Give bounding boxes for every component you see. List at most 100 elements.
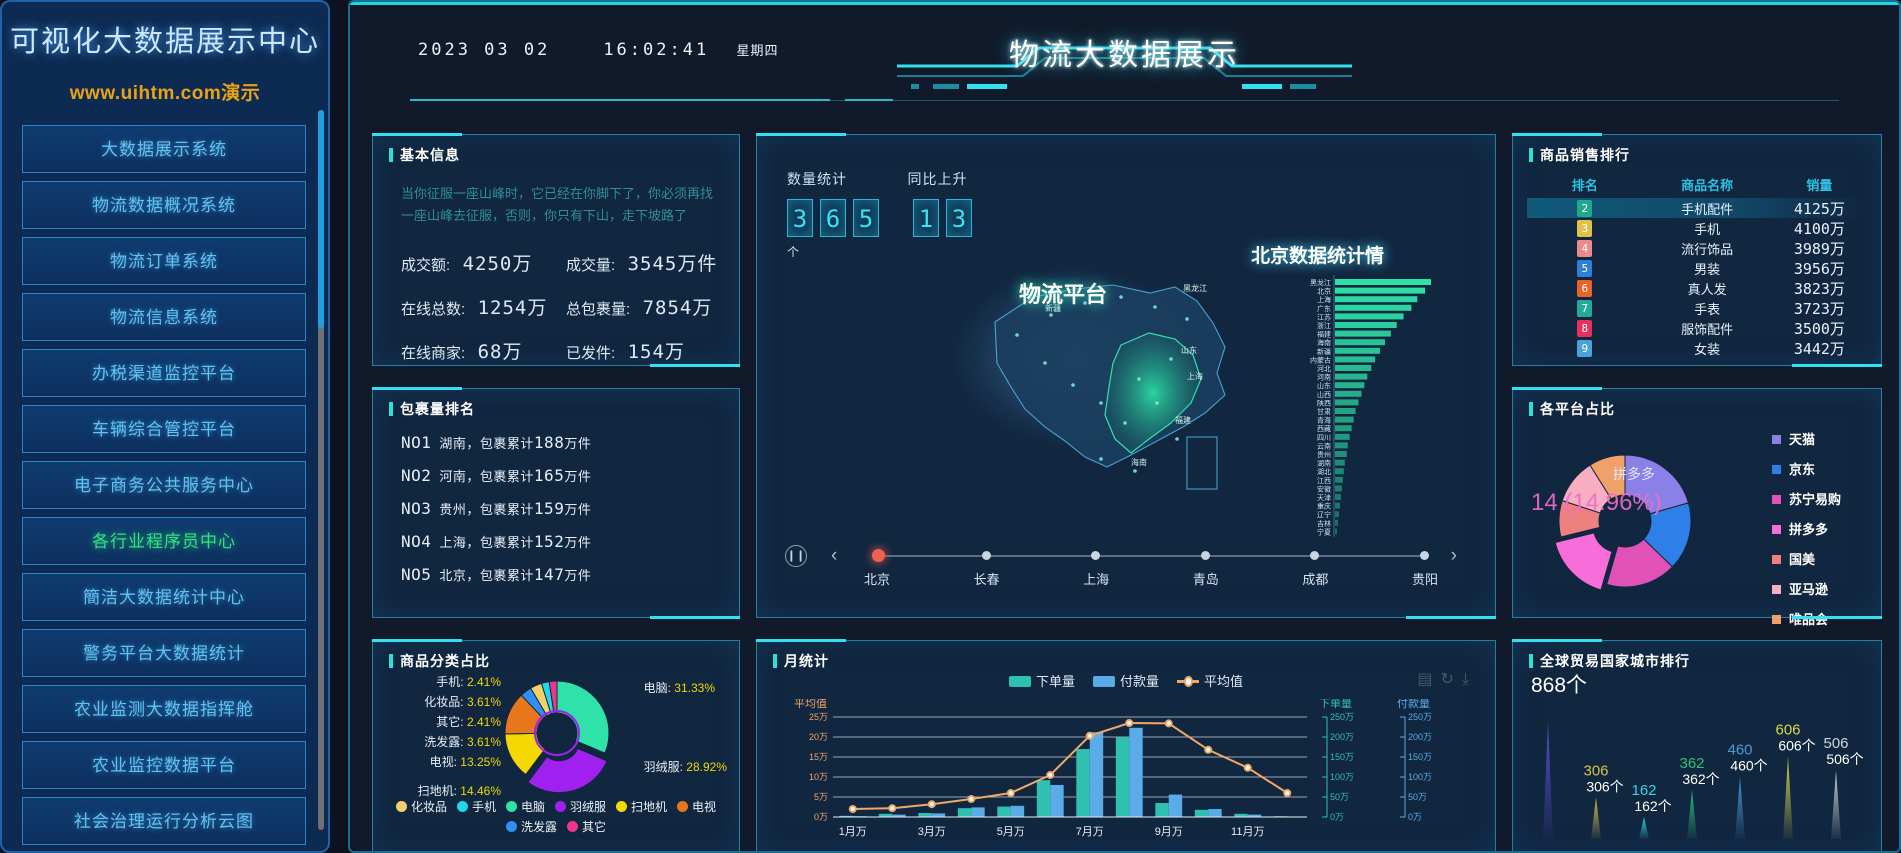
category-legend-item[interactable]: 手机 bbox=[456, 800, 496, 814]
sidebar-item-11[interactable]: 农业监控数据平台 bbox=[22, 741, 306, 789]
sidebar-item-0[interactable]: 大数据展示系统 bbox=[22, 125, 306, 173]
legend-label: 唯品会 bbox=[1788, 612, 1828, 627]
kpi-count-digit: 6 bbox=[820, 199, 846, 237]
category-label-pct: 14.46% bbox=[460, 784, 501, 798]
sidebar-item-8[interactable]: 簡洁大数据统计中心 bbox=[22, 573, 306, 621]
monthly-bar bbox=[957, 808, 972, 817]
category-legend-item[interactable]: 化妆品 bbox=[395, 800, 447, 814]
table-row[interactable]: 7 手表 3723万 bbox=[1527, 298, 1867, 318]
timeline-label[interactable]: 青岛 bbox=[1193, 569, 1219, 588]
category-pie-body: 手机: 2.41% 化妆品: 3.61% 其它: 2.41% 洗发露: 3.61% 电视… bbox=[379, 669, 733, 851]
timeline-label[interactable]: 成都 bbox=[1302, 569, 1328, 588]
city-top-label: 460 bbox=[1727, 741, 1752, 758]
chevron-right-icon[interactable]: › bbox=[1451, 545, 1457, 567]
pie-slice[interactable] bbox=[1554, 532, 1613, 591]
table-row[interactable]: 9 女装 3442万 bbox=[1527, 338, 1867, 358]
sidebar-item-7[interactable]: 各行业程序员中心 bbox=[22, 517, 306, 565]
sidebar-item-9[interactable]: 警务平台大数据统计 bbox=[22, 629, 306, 677]
platform-legend-item[interactable]: 唯品会 bbox=[1771, 609, 1841, 628]
timeline-label[interactable]: 长春 bbox=[974, 569, 1000, 588]
timeline-label[interactable]: 北京 bbox=[864, 569, 890, 588]
timeline-dot[interactable] bbox=[1310, 551, 1320, 560]
data-view-icon[interactable]: ▤ bbox=[1417, 671, 1440, 688]
map-region-label: 福建 bbox=[1175, 415, 1191, 425]
bj-bar-label: 海南 bbox=[1317, 338, 1331, 347]
bj-bar-label: 湖南 bbox=[1317, 459, 1331, 468]
x-axis-tick: 1月万 bbox=[839, 826, 867, 838]
map-timeline[interactable]: ❙❙ ‹ › 北京 长春 上海 青岛 成都 贵阳 bbox=[785, 541, 1465, 587]
sidebar-item-2[interactable]: 物流订单系统 bbox=[22, 237, 306, 285]
sidebar-scrollbar-thumb[interactable] bbox=[318, 110, 324, 328]
pause-icon[interactable]: ❙❙ bbox=[785, 545, 807, 567]
category-legend-item[interactable]: 其它 bbox=[567, 820, 606, 834]
platform-legend-item[interactable]: 拼多多 bbox=[1771, 519, 1841, 538]
platform-legend-item[interactable]: 苏宁易购 bbox=[1771, 489, 1841, 508]
table-row[interactable]: 2 手机配件 4125万 bbox=[1527, 198, 1867, 218]
platform-legend-item[interactable]: 天猫 bbox=[1771, 429, 1841, 448]
legend-label: 洗发露 bbox=[520, 820, 557, 834]
bj-bar-label: 青海 bbox=[1317, 416, 1331, 425]
refresh-icon[interactable]: ↻ bbox=[1441, 671, 1462, 688]
category-legend-item[interactable]: 电脑 bbox=[505, 800, 545, 814]
sidebar-item-5[interactable]: 车辆综合管控平台 bbox=[22, 405, 306, 453]
map-card: 数量统计 同比上升 36513 个 黑龙江 山东 上海 福建 海南 新疆 物流平台 北京数… bbox=[756, 133, 1496, 619]
table-row[interactable]: 4 流行饰品 3989万 bbox=[1527, 238, 1867, 258]
category-label-name: 电视: bbox=[429, 755, 457, 769]
category-legend-item[interactable]: 电视 bbox=[677, 800, 716, 814]
category-pie-title: 商品分类占比 bbox=[373, 641, 739, 671]
monthly-line bbox=[852, 721, 1288, 810]
timeline-dot[interactable] bbox=[1200, 551, 1210, 560]
table-row[interactable]: 3 手机 4100万 bbox=[1527, 218, 1867, 238]
timeline-label[interactable]: 上海 bbox=[1083, 569, 1109, 588]
timeline-dot[interactable] bbox=[981, 551, 991, 560]
pie-slice[interactable] bbox=[556, 680, 610, 754]
sidebar-scrollbar[interactable] bbox=[318, 110, 324, 830]
city-bar bbox=[1735, 776, 1745, 839]
monthly-legend-item[interactable]: 平均值 bbox=[1177, 674, 1243, 689]
platform-legend-item[interactable]: 京东 bbox=[1771, 459, 1841, 478]
timeline-track[interactable] bbox=[877, 555, 1425, 557]
platform-pie-title: 各平台占比 bbox=[1513, 389, 1881, 419]
sidebar-item-12[interactable]: 社会治理运行分析云图 bbox=[22, 797, 306, 845]
monthly-bar bbox=[1050, 785, 1064, 817]
package-rank-title: 包裹量排名 bbox=[373, 389, 739, 419]
timeline-dot[interactable] bbox=[1091, 551, 1101, 560]
sidebar-item-3[interactable]: 物流信息系统 bbox=[22, 293, 306, 341]
timeline-dot[interactable] bbox=[1420, 551, 1429, 560]
bj-bar-label: 宁夏 bbox=[1317, 527, 1331, 536]
chevron-left-icon[interactable]: ‹ bbox=[831, 545, 837, 567]
table-row[interactable]: 5 男装 3956万 bbox=[1527, 258, 1867, 278]
package-rank-row: NO2 河南，包裹累计165万件 bbox=[373, 452, 739, 485]
sidebar-item-6[interactable]: 电子商务公共服务中心 bbox=[22, 461, 306, 509]
category-legend-item[interactable]: 扫地机 bbox=[616, 800, 667, 814]
category-legend-item[interactable]: 羽绒服 bbox=[555, 800, 606, 814]
monthly-legend[interactable]: 下单量 付款量 平均值 bbox=[1000, 671, 1252, 690]
monthly-legend-item[interactable]: 下单量 bbox=[1008, 674, 1075, 689]
platform-legend-item[interactable]: 亚马逊 bbox=[1771, 579, 1841, 598]
sales-table: 排名 商品名称 销量 2 手机配件 4125万 3 手机 4100万 4 流行饰品 3989万 5 男装… bbox=[1513, 165, 1881, 358]
timeline-dot[interactable] bbox=[872, 549, 885, 562]
legend-label: 付款量 bbox=[1119, 674, 1160, 689]
package-rank-unit: 万件 bbox=[564, 568, 592, 583]
download-icon[interactable]: ⤓ bbox=[1462, 671, 1477, 688]
category-legend[interactable]: 化妆品 手机 电脑 羽绒服 扫地机 电视洗发露 其它 bbox=[379, 797, 733, 837]
platform-legend[interactable]: 天猫京东苏宁易购拼多多国美亚马逊唯品会 bbox=[1771, 429, 1841, 639]
platform-pie-plot[interactable] bbox=[1533, 433, 1718, 608]
sales-name-cell: 男装 bbox=[1694, 261, 1721, 277]
monthly-legend-item[interactable]: 付款量 bbox=[1092, 674, 1160, 689]
table-row[interactable]: 6 真人发 3823万 bbox=[1527, 278, 1867, 298]
monthly-bar bbox=[997, 806, 1011, 817]
platform-legend-item[interactable]: 国美 bbox=[1771, 549, 1841, 568]
package-rank-no: NO4 bbox=[401, 532, 432, 551]
sidebar-item-4[interactable]: 办税渠道监控平台 bbox=[22, 349, 306, 397]
category-legend-item[interactable]: 洗发露 bbox=[505, 820, 557, 834]
monthly-toolbar[interactable]: ▤↻⤓ bbox=[1417, 669, 1477, 689]
timeline-label[interactable]: 贵阳 bbox=[1412, 569, 1438, 588]
sidebar-item-1[interactable]: 物流数据概况系统 bbox=[22, 181, 306, 229]
bj-bar-label: 四川 bbox=[1317, 434, 1331, 442]
legend-label: 扫地机 bbox=[631, 800, 668, 814]
table-row[interactable]: 8 服饰配件 3500万 bbox=[1527, 318, 1867, 338]
sidebar-item-10[interactable]: 农业监测大数据指挥舱 bbox=[22, 685, 306, 733]
category-label: 电视: 13.25% bbox=[383, 753, 501, 770]
y-right2-tick: 150万 bbox=[1408, 752, 1432, 762]
